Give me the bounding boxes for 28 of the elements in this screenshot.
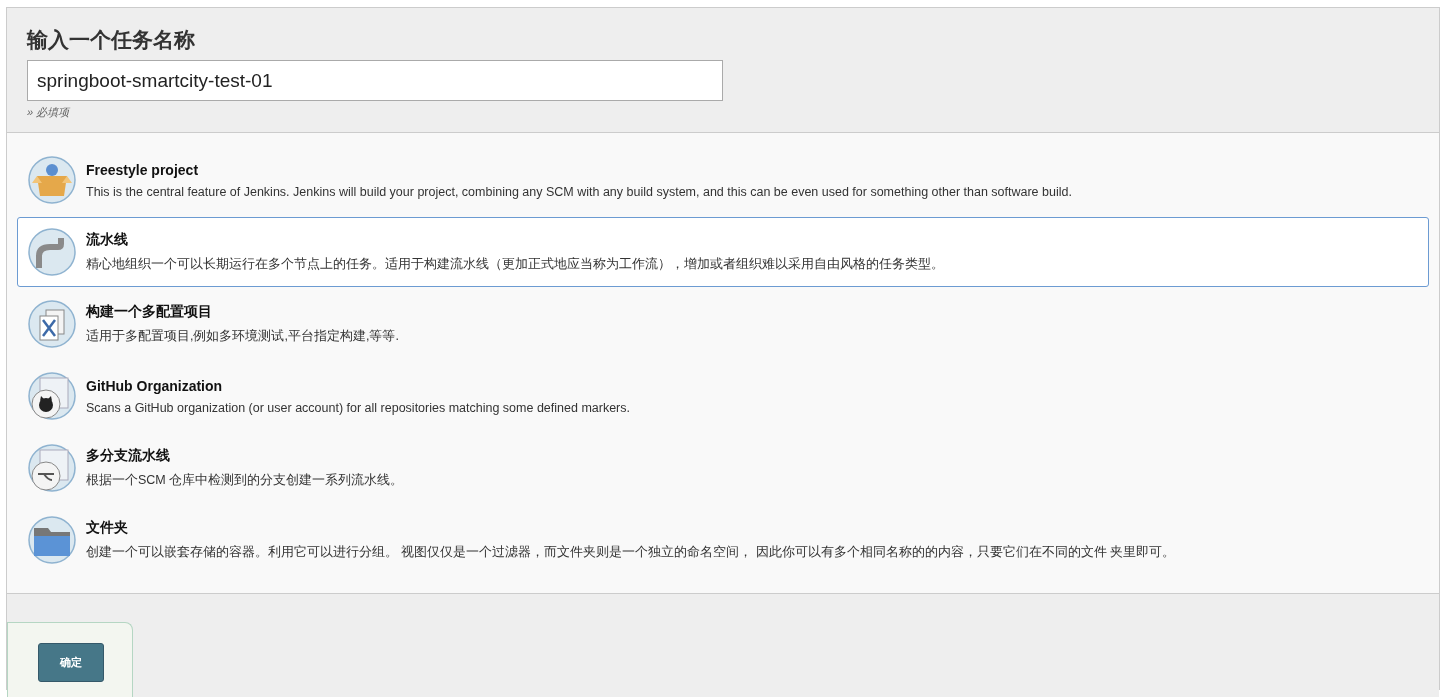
folder-icon xyxy=(28,516,76,564)
job-type-description: 根据一个SCM 仓库中检测到的分支创建一系列流水线。 xyxy=(86,472,404,489)
page-heading: 输入一个任务名称 xyxy=(27,27,196,53)
package-box-icon xyxy=(28,156,76,204)
job-type-option[interactable]: 文件夹 创建一个可以嵌套存储的容器。利用它可以进行分组。 视图仅仅是一个过滤器，而文件夹则是一个独立的命名空间， 因此你可以有多个相同名称的的内容，只要它们在不同的文件 夹里即可。 xyxy=(17,505,1429,575)
octocat-icon xyxy=(28,372,76,420)
item-name-field[interactable]: springboot-smartcity-test-01 xyxy=(27,60,723,101)
tools-documents-icon xyxy=(28,300,76,348)
job-type-title: 流水线 xyxy=(86,231,129,249)
job-type-description: This is the central feature of Jenkins. Jenkins will build your project, combining any SCM with any build system, and this can be even used for something other than software build. xyxy=(86,184,1072,199)
job-type-option[interactable]: 流水线 精心地组织一个可以长期运行在多个节点上的任务。适用于构建流水线（更加正式地应当称为工作流），增加或者组织难以采用自由风格的任务类型。 xyxy=(17,217,1429,287)
ok-button[interactable]: 确定 xyxy=(38,643,104,682)
job-type-description: 精心地组织一个可以长期运行在多个节点上的任务。适用于构建流水线（更加正式地应当称为工作流），增加或者组织难以采用自由风格的任务类型。 xyxy=(86,256,944,273)
job-type-title: GitHub Organization xyxy=(86,377,224,394)
pipe-icon xyxy=(28,228,76,276)
job-type-description: 创建一个可以嵌套存储的容器。利用它可以进行分组。 视图仅仅是一个过滤器，而文件夹则是一个独立的命名空间， 因此你可以有多个相同名称的的内容，只要它们在不同的文件 夹里即可。 xyxy=(86,544,1176,561)
job-type-title: 构建一个多配置项目 xyxy=(86,303,213,321)
job-type-option[interactable]: GitHub Organization Scans a GitHub organization (or user account) for all repositories matching some defined markers. xyxy=(17,361,1429,431)
job-type-title: 多分支流水线 xyxy=(86,447,171,465)
job-type-option[interactable]: 多分支流水线 根据一个SCM 仓库中检测到的分支创建一系列流水线。 xyxy=(17,433,1429,503)
job-type-title: Freestyle project xyxy=(86,161,200,178)
required-hint: » 必填项 xyxy=(27,105,71,120)
job-type-description: 适用于多配置项目,例如多环境测试,平台指定构建,等等. xyxy=(86,328,399,345)
job-type-description: Scans a GitHub organization (or user account) for all repositories matching some defined markers. xyxy=(86,400,630,415)
branch-icon xyxy=(28,444,76,492)
job-type-option[interactable]: Freestyle project This is the central feature of Jenkins. Jenkins will build your project, combining any SCM with any build system, and this can be even used for something other than software build. xyxy=(17,145,1429,215)
job-type-option[interactable]: 构建一个多配置项目 适用于多配置项目,例如多环境测试,平台指定构建,等等. xyxy=(17,289,1429,359)
job-type-title: 文件夹 xyxy=(86,519,129,537)
